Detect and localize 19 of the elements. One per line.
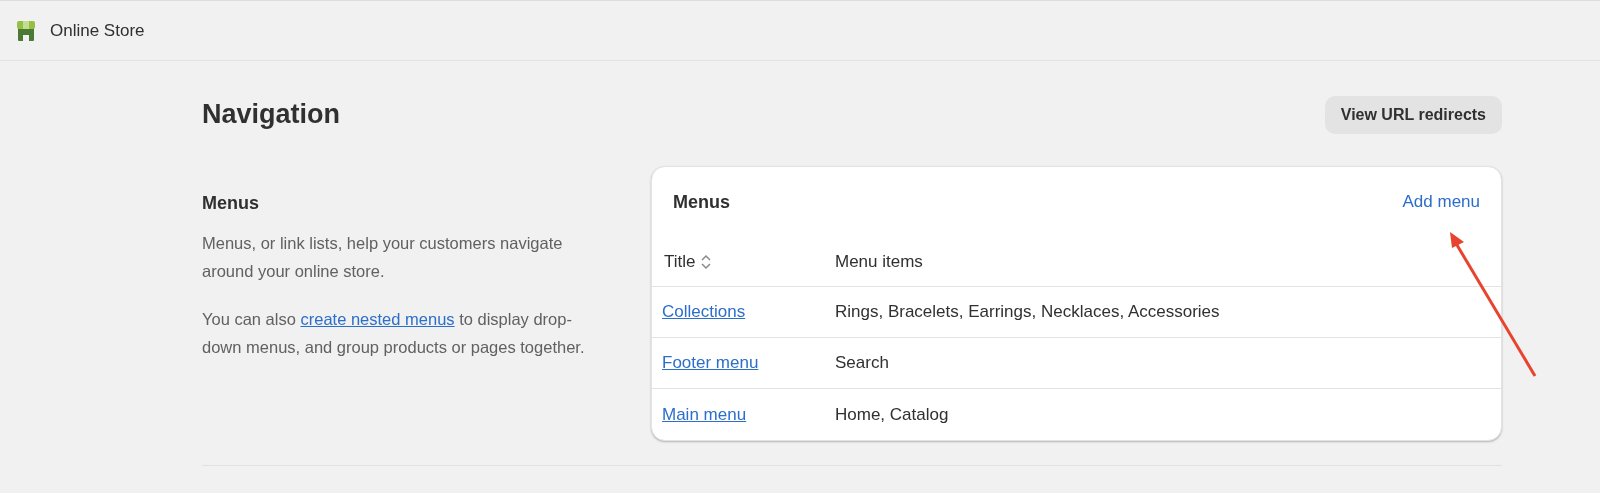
column-header: Menu items	[835, 250, 923, 273]
menu-items-cell-text: Search	[835, 352, 889, 375]
menu-items-cell-text: Home, Catalog	[835, 403, 949, 426]
section-title: Menus	[202, 192, 260, 215]
menu-title-link[interactable]: Collections	[662, 302, 746, 322]
store-icon	[14, 18, 38, 43]
app-title: Online Store	[50, 19, 145, 42]
card-title: Menus	[673, 190, 730, 214]
sort-icon[interactable]	[699, 252, 712, 271]
nested-menus-link[interactable]: create nested menus	[300, 310, 455, 328]
menu-title-link[interactable]: Main menu	[662, 404, 747, 424]
section-description: Menus, or link lists, help your customers navigate around your online store.	[202, 233, 564, 282]
page-title: Navigation	[202, 98, 341, 132]
menu-title-link[interactable]: Footer menu	[662, 353, 759, 373]
add-menu-link[interactable]: Add menu	[1402, 189, 1480, 215]
view-redirects-button[interactable]: View URL redirects	[1324, 95, 1502, 134]
section-note: You can also create nested menus to display drop-down menus, and group products or pages together.	[202, 309, 586, 358]
menu-items-cell-text: Rings, Bracelets, Earrings, Necklaces, Accessories	[835, 301, 1220, 324]
column-header[interactable]: Title	[664, 248, 696, 275]
